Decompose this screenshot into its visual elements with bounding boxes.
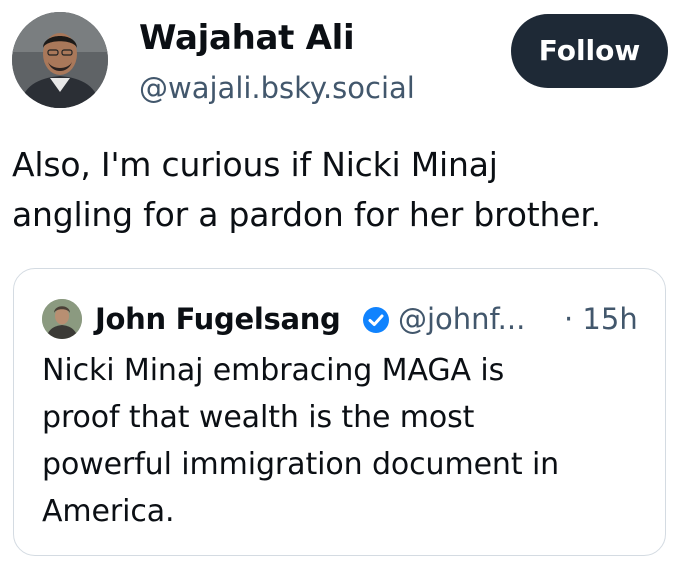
author-display-name[interactable]: Wajahat Ali (139, 14, 355, 62)
quoted-post-text: Nicki Minaj embracing MAGA is proof that… (42, 347, 642, 535)
quoted-text-line: America. (42, 494, 175, 529)
quoted-author-name[interactable]: John Fugelsang (95, 297, 341, 341)
quoted-author-handle[interactable]: @johnf... (398, 297, 525, 341)
author-handle[interactable]: @wajali.bsky.social (139, 66, 415, 110)
quoted-post-timestamp[interactable]: · 15h (564, 297, 638, 341)
author-avatar-image (12, 12, 108, 108)
author-avatar[interactable] (12, 12, 108, 108)
quoted-text-line: Nicki Minaj embracing MAGA is (42, 353, 505, 388)
quoted-post-card[interactable]: John Fugelsang @johnf... · 15h Nicki Min… (13, 268, 666, 556)
quoted-avatar-image (42, 299, 82, 339)
quoted-text-line: powerful immigration document in (42, 447, 560, 482)
post-text-line: angling for a pardon for her brother. (12, 195, 601, 234)
quoted-post-header: John Fugelsang @johnf... · 15h (42, 299, 642, 339)
post-card: Wajahat Ali @wajali.bsky.social Follow A… (0, 0, 680, 565)
post-text: Also, I'm curious if Nicki Minaj angling… (12, 140, 672, 240)
quoted-author-avatar[interactable] (42, 299, 82, 339)
post-text-line: Also, I'm curious if Nicki Minaj (12, 145, 498, 184)
verified-check-icon (363, 307, 389, 333)
quoted-text-line: proof that wealth is the most (42, 400, 475, 435)
follow-button[interactable]: Follow (511, 14, 668, 88)
